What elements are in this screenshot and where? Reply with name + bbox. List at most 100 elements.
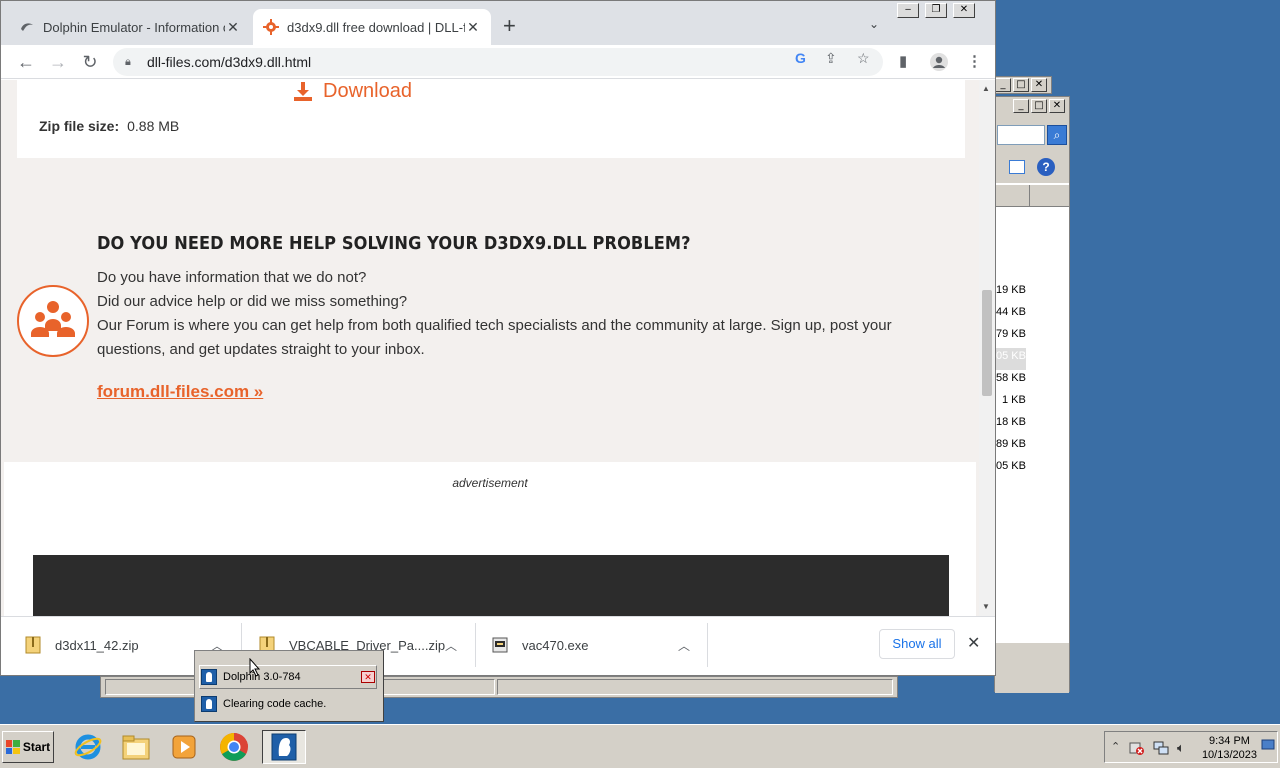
file-size: 05 KB <box>996 460 1026 472</box>
address-bar[interactable]: 🔒︎ dll-files.com/d3dx9.dll.html G ⇪ ☆ <box>113 48 883 76</box>
file-explorer-icon[interactable] <box>114 730 158 764</box>
scroll-up-icon[interactable]: ▲ <box>982 84 990 93</box>
file-size: 05 KB <box>996 348 1026 370</box>
download-link[interactable]: Download <box>293 80 412 103</box>
reload-icon[interactable]: ↻ <box>79 51 101 73</box>
advertisement-area: advertisement <box>4 462 976 616</box>
help-heading: DO YOU NEED MORE HELP SOLVING YOUR D3DX9… <box>97 233 691 254</box>
lock-icon: 🔒︎ <box>125 55 131 68</box>
popup-title: Dolphin 3.0-784 <box>223 671 301 683</box>
side-panel-icon[interactable]: ▮ <box>899 52 907 70</box>
dolphin-app-icon <box>201 669 217 685</box>
close-tab-icon[interactable]: ✕ <box>465 19 481 36</box>
action-center-icon[interactable] <box>1129 740 1145 759</box>
chevron-up-icon[interactable]: ︿ <box>678 637 690 654</box>
divider <box>707 623 708 667</box>
browser-toolbar: ← → ↻ 🔒︎ dll-files.com/d3dx9.dll.html G … <box>1 45 995 79</box>
bg-close-button[interactable]: ✕ <box>1031 78 1047 92</box>
restore-button[interactable]: ❐ <box>925 3 947 18</box>
dll-files-favicon-icon <box>263 19 279 35</box>
new-tab-icon[interactable]: + <box>503 15 516 37</box>
forum-link[interactable]: forum.dll-files.com » <box>97 382 263 402</box>
tab-d3dx9-download[interactable]: d3dx9.dll free download | DLL-fil ✕ <box>253 9 491 45</box>
tray-expand-icon[interactable]: ⌃ <box>1111 740 1120 753</box>
bg-search-bar: ⌕ <box>995 117 1069 153</box>
exe-file-icon <box>492 637 508 653</box>
bg-toolbar: ? <box>995 153 1069 183</box>
chevron-up-icon[interactable]: ︿ <box>445 637 457 654</box>
help-line: Do you have information that we do not? <box>97 269 367 286</box>
clock-date: 10/13/2023 <box>1201 749 1257 761</box>
internet-explorer-icon[interactable] <box>66 730 110 764</box>
close-window-button[interactable]: ✕ <box>953 3 975 18</box>
help-line: Our Forum is where you can get help from… <box>97 317 892 358</box>
bg2-minimize-button[interactable]: _ <box>1013 99 1029 113</box>
tab-dolphin-emulator[interactable]: Dolphin Emulator - Information o ✕ <box>9 9 251 45</box>
window-controls: ‒ ❐ ✕ <box>897 3 975 18</box>
download-filename: vac470.exe <box>522 637 589 653</box>
popup-title-row[interactable]: Dolphin 3.0-784 <box>201 666 377 688</box>
dolphin-favicon-icon <box>19 19 35 35</box>
system-tray: ⌃ 🔈︎ 9:34 PM 10/13/2023 <box>1104 731 1278 763</box>
tab-title: Dolphin Emulator - Information o <box>43 19 225 35</box>
download-icon <box>294 81 312 101</box>
dolphin-taskbar-icon[interactable] <box>262 730 306 764</box>
bg2-close-button[interactable]: ✕ <box>1049 99 1065 113</box>
help-icon[interactable]: ? <box>1037 158 1055 176</box>
zip-size-value: 0.88 MB <box>127 118 180 134</box>
bg-search-input[interactable] <box>997 125 1045 145</box>
share-icon[interactable]: ⇪ <box>825 50 837 67</box>
download-item[interactable]: vac470.exe ︿ <box>492 623 702 667</box>
show-desktop-icon[interactable] <box>1261 738 1275 755</box>
bg2-maximize-button[interactable]: □ <box>1031 99 1047 113</box>
google-lens-icon[interactable]: G <box>795 50 806 66</box>
chrome-icon[interactable] <box>212 730 256 764</box>
zip-file-size: Zip file size: 0.88 MB <box>39 118 179 134</box>
popup-message-row: Clearing code cache. <box>201 693 377 715</box>
file-size: 44 KB <box>996 306 1026 318</box>
zip-size-label: Zip file size: <box>39 118 120 134</box>
bg-column-header <box>995 185 1069 207</box>
tab-title: d3dx9.dll free download | DLL-fil <box>287 19 465 35</box>
start-button[interactable]: Start <box>2 731 54 763</box>
close-tab-icon[interactable]: ✕ <box>225 19 241 36</box>
file-size: 58 KB <box>996 372 1026 384</box>
tab-search-chevron-icon[interactable]: ⌄ <box>869 17 879 31</box>
dolphin-app-icon <box>201 696 217 712</box>
file-size: 79 KB <box>996 328 1026 340</box>
scroll-down-icon[interactable]: ▼ <box>982 602 990 611</box>
file-size: 19 KB <box>996 284 1026 296</box>
file-size: 18 KB <box>996 416 1026 428</box>
download-filename: d3dx11_42.zip <box>55 637 139 653</box>
ad-label: advertisement <box>452 476 528 490</box>
network-icon[interactable] <box>1153 740 1169 759</box>
clock-time: 9:34 PM <box>1208 735 1250 747</box>
profile-avatar-icon[interactable] <box>929 52 949 76</box>
popup-close-icon[interactable]: ✕ <box>361 671 375 683</box>
background-explorer-window: _ □ ✕ <box>994 76 1052 94</box>
volume-icon[interactable]: 🔈︎ <box>1177 740 1185 756</box>
bg-maximize-button[interactable]: □ <box>1013 78 1029 92</box>
search-icon[interactable]: ⌕ <box>1047 125 1067 145</box>
start-label: Start <box>22 740 51 754</box>
back-arrow-icon[interactable]: ← <box>15 51 37 73</box>
close-downloads-icon[interactable]: ✕ <box>967 633 980 653</box>
mouse-cursor-icon <box>249 658 261 677</box>
show-all-button[interactable]: Show all <box>879 629 955 659</box>
download-card: Download Zip file size: 0.88 MB <box>17 80 965 158</box>
view-icon[interactable] <box>1009 160 1025 174</box>
scroll-thumb[interactable] <box>982 290 992 396</box>
url-text: dll-files.com/d3dx9.dll.html <box>147 54 312 70</box>
bg-titlebar: _ □ ✕ <box>995 97 1069 117</box>
bg-minimize-button[interactable]: _ <box>995 78 1011 92</box>
help-line: Did our advice help or did we miss somet… <box>97 293 408 310</box>
file-size: 89 KB <box>996 438 1026 450</box>
minimize-button[interactable]: ‒ <box>897 3 919 18</box>
clock[interactable]: 9:34 PM 10/13/2023 <box>1202 734 1257 762</box>
forward-arrow-icon[interactable]: → <box>47 51 69 73</box>
page-scrollbar[interactable]: ▲ ▼ <box>979 80 995 616</box>
ad-banner[interactable] <box>33 555 949 616</box>
menu-kebab-icon[interactable]: ⋮ <box>967 52 982 70</box>
media-player-icon[interactable] <box>162 730 206 764</box>
bookmark-star-icon[interactable]: ☆ <box>857 50 870 67</box>
